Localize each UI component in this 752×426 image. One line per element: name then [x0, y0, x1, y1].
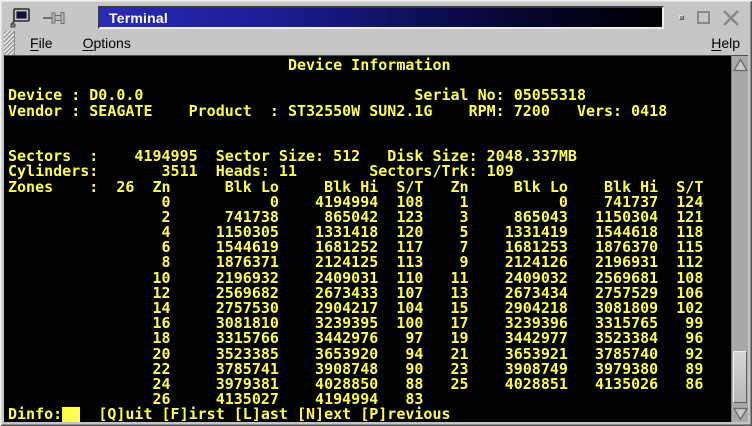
terminal-screen[interactable]: Device InformationDevice : D0.0.0 Serial… — [4, 55, 731, 422]
minimize-button[interactable] — [672, 15, 690, 20]
menu-options[interactable]: Options — [83, 35, 131, 51]
close-icon — [722, 10, 740, 26]
window-title: Terminal — [100, 10, 168, 26]
close-button[interactable] — [716, 10, 746, 26]
titlebar[interactable]: Terminal — [4, 4, 748, 31]
scroll-down-button[interactable] — [732, 405, 748, 422]
terminal-app-icon — [10, 8, 32, 28]
menu-help[interactable]: Help — [711, 35, 740, 51]
menubar: File Options Help — [4, 31, 748, 55]
maximize-icon — [697, 11, 710, 24]
menu-file[interactable]: File — [30, 35, 53, 51]
scroll-up-arrow-icon — [733, 58, 748, 72]
title-area[interactable]: Terminal — [98, 6, 664, 29]
terminal-line — [8, 119, 731, 134]
status-prompt: Dinfo: — [8, 405, 62, 422]
window-menu-icon[interactable] — [8, 6, 33, 29]
scrollbar-thumb[interactable] — [733, 351, 747, 403]
terminal-line: Vendor : SEAGATE Product : ST32550W SUN2… — [8, 104, 731, 119]
scroll-down-arrow-icon — [733, 407, 748, 421]
terminal-window: Terminal File Options Help Device Inform… — [0, 0, 752, 426]
maximize-button[interactable] — [690, 11, 716, 24]
status-line: Dinfo: [Q]uit [F]irst [L]ast [N]ext [P]r… — [8, 407, 731, 422]
minimize-icon — [679, 15, 684, 20]
status-commands: [Q]uit [F]irst [L]ast [N]ext [P]revious — [98, 405, 450, 422]
pushpin-glyph — [42, 10, 66, 26]
scrollbar[interactable] — [731, 55, 748, 422]
pushpin-icon[interactable] — [42, 9, 66, 27]
terminal-line: Device Information — [8, 58, 731, 73]
drag-handle[interactable] — [4, 31, 15, 55]
terminal-text: Device InformationDevice : D0.0.0 Serial… — [8, 58, 731, 422]
scrollbar-track[interactable] — [732, 73, 748, 405]
text-cursor[interactable] — [62, 407, 80, 422]
scroll-up-button[interactable] — [732, 56, 748, 73]
